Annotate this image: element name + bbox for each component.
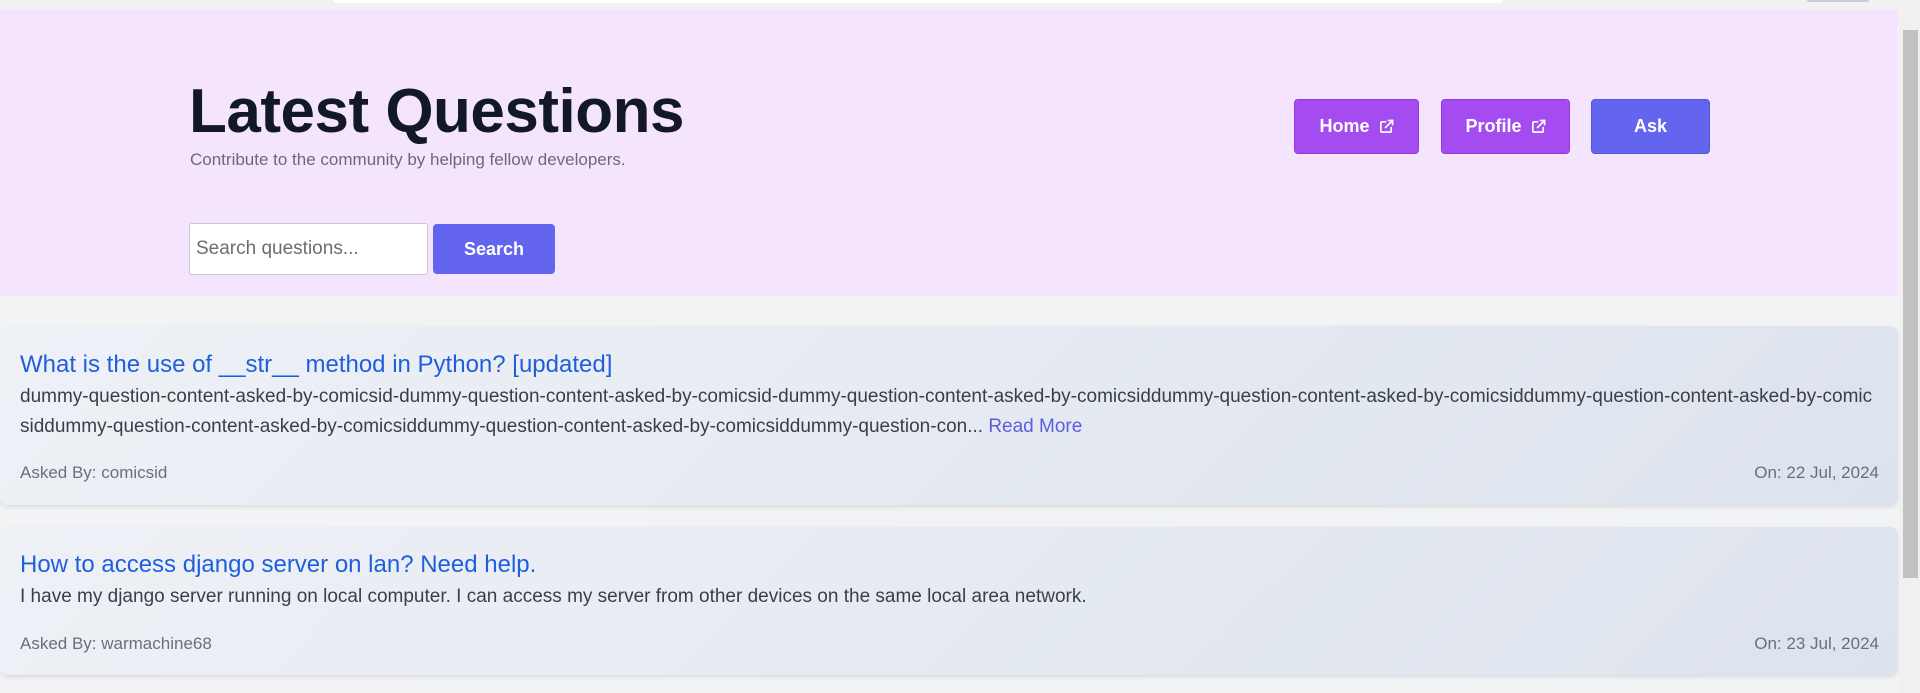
ask-button-label: Ask [1633, 116, 1668, 136]
profile-button[interactable]: Profile [1441, 99, 1570, 154]
question-excerpt: dummy-question-content-asked-by-comicsid… [20, 382, 1880, 442]
question-excerpt: I have my django server running on local… [20, 582, 1880, 612]
scrollbar-thumb[interactable] [1903, 30, 1918, 578]
ask-button[interactable]: Ask [1591, 99, 1710, 154]
question-card: What is the use of __str__ method in Pyt… [0, 326, 1898, 505]
question-card: How to access django server on lan? Need… [0, 527, 1898, 675]
question-excerpt-text: I have my django server running on local… [20, 586, 1087, 607]
question-title-link[interactable]: What is the use of __str__ method in Pyt… [20, 351, 612, 379]
question-author: Asked By: warmachine68 [20, 634, 212, 653]
question-date: On: 23 Jul, 2024 [1754, 634, 1879, 653]
browser-top-strip [0, 0, 1920, 10]
toolbar-corner [1807, 0, 1869, 2]
home-button[interactable]: Home [1294, 99, 1419, 154]
page-subtitle: Contribute to the community by helping f… [190, 150, 626, 169]
question-title-link[interactable]: How to access django server on lan? Need… [20, 551, 536, 579]
page-title: Latest Questions [189, 77, 685, 146]
home-button-label: Home [1319, 116, 1370, 136]
question-date: On: 22 Jul, 2024 [1754, 463, 1879, 482]
external-link-icon [1531, 119, 1545, 133]
question-excerpt-text: dummy-question-content-asked-by-comicsid… [20, 386, 1873, 437]
question-author: Asked By: comicsid [20, 463, 168, 482]
address-bar-edge [333, 0, 1503, 3]
page-scrollbar[interactable] [1899, 10, 1920, 693]
search-input[interactable] [189, 223, 428, 275]
profile-button-label: Profile [1465, 116, 1522, 136]
external-link-icon [1379, 119, 1393, 133]
search-button[interactable]: Search [433, 224, 555, 274]
read-more-link[interactable]: Read More [988, 416, 1082, 437]
